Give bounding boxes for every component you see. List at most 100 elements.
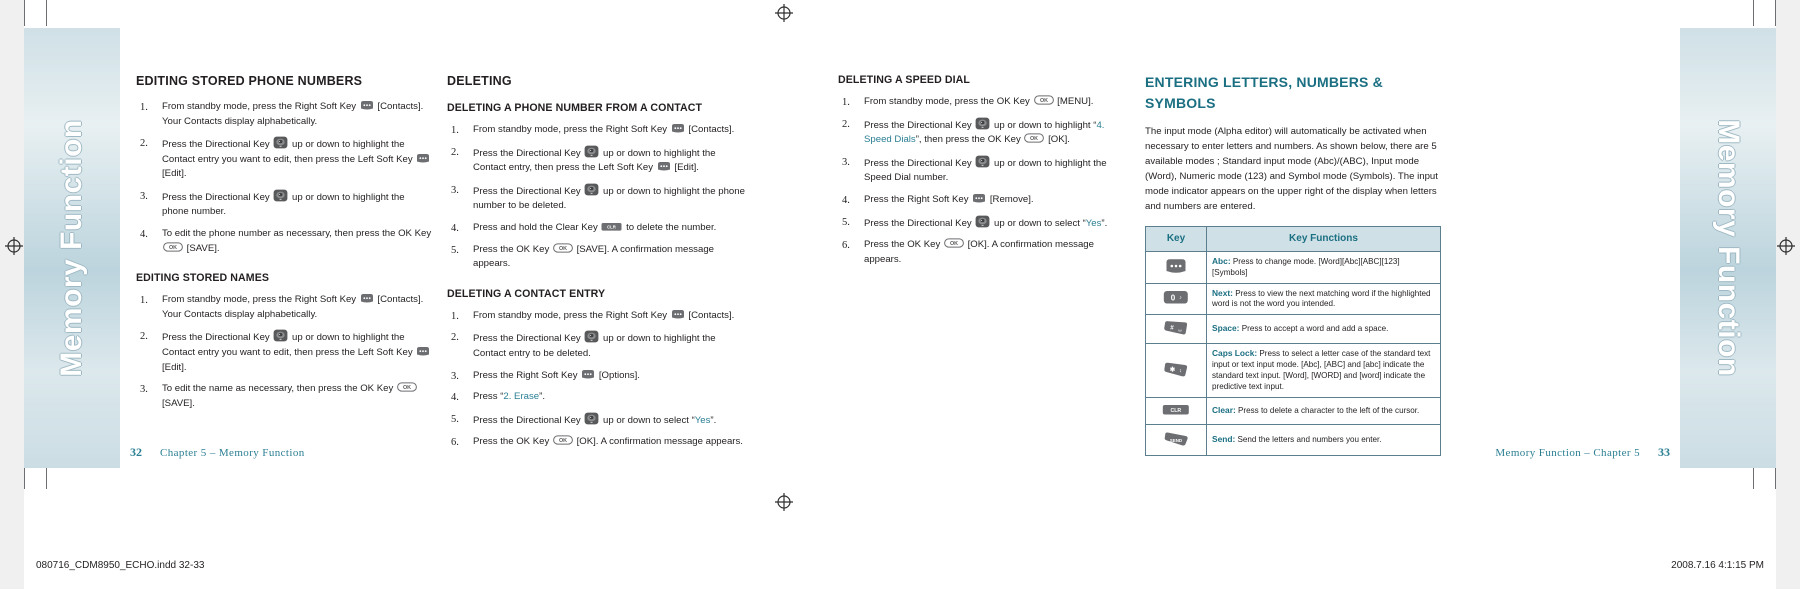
registration-mark-right	[1777, 237, 1795, 255]
heading-entering-letters: ENTERING LETTERS, NUMBERS & SYMBOLS	[1145, 74, 1383, 112]
directional-key-icon	[975, 117, 990, 130]
soft-key-icon	[360, 293, 374, 304]
key-function-term: Space:	[1212, 323, 1240, 334]
column-entering-letters: ENTERING LETTERS, NUMBERS & SYMBOLS The …	[1145, 72, 1445, 456]
table-header-row: Key Key Functions	[1145, 226, 1441, 252]
directional-key-icon	[584, 145, 599, 158]
steps-delete-contact-entry: From standby mode, press the Right Soft …	[447, 309, 747, 451]
print-slug-left: 080716_CDM8950_ECHO.indd 32-33	[36, 560, 205, 571]
registration-mark-bottom	[775, 493, 793, 511]
page-number-left: 32	[130, 445, 142, 459]
directional-key-icon	[975, 155, 990, 168]
key-function-term: Send:	[1212, 433, 1236, 444]
inline-menu-reference: Yes	[1085, 217, 1102, 229]
trim-mark-tl-v	[24, 0, 25, 26]
ok-key-icon: OK	[944, 238, 964, 249]
pound-key-icon: # ␣	[1163, 320, 1189, 336]
steps-editing-phone-numbers: From standby mode, press the Right Soft …	[136, 100, 432, 256]
clear-key-icon: CLR	[1162, 403, 1190, 417]
svg-text:␣: ␣	[1178, 326, 1182, 332]
directional-key-icon	[584, 330, 599, 343]
column-editing: EDITING STORED PHONE NUMBERS From standb…	[136, 72, 432, 418]
soft-key-icon	[581, 369, 595, 380]
table-row: Abc: Press to change mode. [Word][Abc][A…	[1145, 250, 1441, 284]
step-item: Press “2. Erase”.	[451, 390, 545, 406]
ok-key-icon: OK	[163, 242, 183, 253]
ok-key-icon: OK	[553, 435, 573, 446]
table-row: # ␣ Space: Press to accept a word and add …	[1145, 314, 1441, 345]
key-glyph-cell: # ␣	[1145, 314, 1207, 345]
star-key-icon: ✱ ↕	[1163, 361, 1189, 378]
heading-deleting: DELETING	[447, 74, 512, 88]
heading-delete-contact-entry: DELETING A CONTACT ENTRY	[447, 287, 606, 300]
key-function-text: Press to view the next matching word if …	[1212, 288, 1431, 309]
key-glyph-cell: CLR	[1145, 396, 1207, 425]
step-item: From standby mode, press the Right Soft …	[140, 293, 424, 320]
step-item: From standby mode, press the Right Soft …	[451, 309, 735, 325]
key-glyph-cell: 0 ♪	[1145, 282, 1207, 316]
svg-text:0: 0	[1171, 294, 1176, 303]
soft-key-icon	[972, 193, 986, 204]
table-header-key: Key	[1145, 226, 1207, 252]
intro-paragraph: The input mode (Alpha editor) will autom…	[1145, 125, 1438, 213]
key-function-term: Clear:	[1212, 404, 1236, 415]
table-header-key-functions: Key Functions	[1206, 226, 1441, 252]
svg-text:✱: ✱	[1170, 366, 1176, 374]
directional-key-icon	[584, 412, 599, 425]
key-function-text: Send the letters and numbers you enter.	[1237, 434, 1382, 444]
soft-key-icon	[416, 153, 430, 164]
step-item: Press the Directional Key up or down to …	[136, 189, 432, 220]
table-row: SEND Send: Send the letters and numbers y…	[1145, 423, 1441, 456]
key-function-cell: Next: Press to view the next matching wo…	[1206, 282, 1441, 316]
left-chapter-tab: Memory Function	[24, 28, 120, 468]
key-function-cell: Space: Press to accept a word and add a …	[1206, 314, 1441, 345]
soft-key-icon	[416, 346, 430, 357]
key-function-cell: Clear: Press to delete a character to th…	[1206, 396, 1441, 425]
step-item: Press the OK Key OK [OK]. A confirmation…	[451, 435, 743, 451]
step-item: Press the Directional Key up or down to …	[838, 155, 1118, 186]
trim-mark-tl-v2	[46, 0, 47, 26]
svg-text:↕: ↕	[1179, 368, 1182, 374]
heading-editing-stored-names: EDITING STORED NAMES	[136, 272, 270, 285]
table-row: 0 ♪ Next: Press to view the next matching …	[1145, 282, 1441, 316]
key-glyph-cell	[1145, 250, 1207, 284]
trim-mark-tr-v	[1775, 0, 1776, 26]
key-function-term: Caps Lock:	[1212, 348, 1258, 359]
directional-key-icon	[273, 329, 288, 342]
manual-page-spread: Memory Function Memory Function EDITING …	[0, 0, 1800, 589]
footer-left: 32 Chapter 5 – Memory Function	[130, 443, 305, 461]
svg-text:CLR: CLR	[1170, 408, 1181, 414]
step-item: To edit the name as necessary, then pres…	[136, 382, 432, 411]
running-title-right: Memory Function – Chapter 5	[1495, 447, 1640, 459]
svg-text:OK: OK	[1039, 98, 1047, 104]
soft-key-icon	[671, 309, 685, 320]
soft-key-icon	[671, 123, 685, 134]
key-function-text: Press to accept a word and add a space.	[1241, 324, 1389, 334]
clear-key-icon: CLR	[601, 222, 622, 232]
step-item: Press the Right Soft Key [Options].	[451, 369, 640, 385]
directional-key-icon	[584, 183, 599, 196]
step-item: Press the Directional Key up or down to …	[838, 215, 1118, 232]
print-slug-right: 2008.7.16 4:1:15 PM	[1671, 560, 1764, 571]
step-item: From standby mode, press the Right Soft …	[451, 123, 735, 139]
left-gutter	[0, 0, 24, 589]
step-item: Press the Directional Key up or down to …	[447, 183, 747, 214]
steps-editing-names: From standby mode, press the Right Soft …	[136, 293, 432, 411]
steps-delete-phone-number: From standby mode, press the Right Soft …	[447, 123, 747, 272]
running-title-left: Chapter 5 – Memory Function	[160, 447, 305, 459]
step-item: To edit the phone number as necessary, t…	[140, 227, 432, 254]
column-speed-dial: DELETING A SPEED DIAL From standby mode,…	[838, 72, 1118, 274]
step-item: Press the OK Key OK [SAVE]. A confirmati…	[451, 243, 714, 270]
svg-text:OK: OK	[1030, 136, 1038, 142]
right-chapter-tab: Memory Function	[1680, 28, 1776, 468]
step-item: Press the Directional Key up or down to …	[447, 145, 747, 176]
ok-key-icon: OK	[1033, 95, 1054, 106]
directional-key-icon	[273, 189, 288, 202]
footer-right: Memory Function – Chapter 5 33	[1495, 443, 1670, 461]
svg-text:CLR: CLR	[608, 225, 618, 230]
trim-mark-tr-v2	[1753, 0, 1754, 26]
send-key-icon: SEND	[1163, 430, 1190, 448]
directional-key-icon	[273, 136, 288, 149]
inline-menu-reference: 2. Erase	[503, 391, 540, 403]
step-item: From standby mode, press the OK Key OK […	[842, 95, 1094, 111]
